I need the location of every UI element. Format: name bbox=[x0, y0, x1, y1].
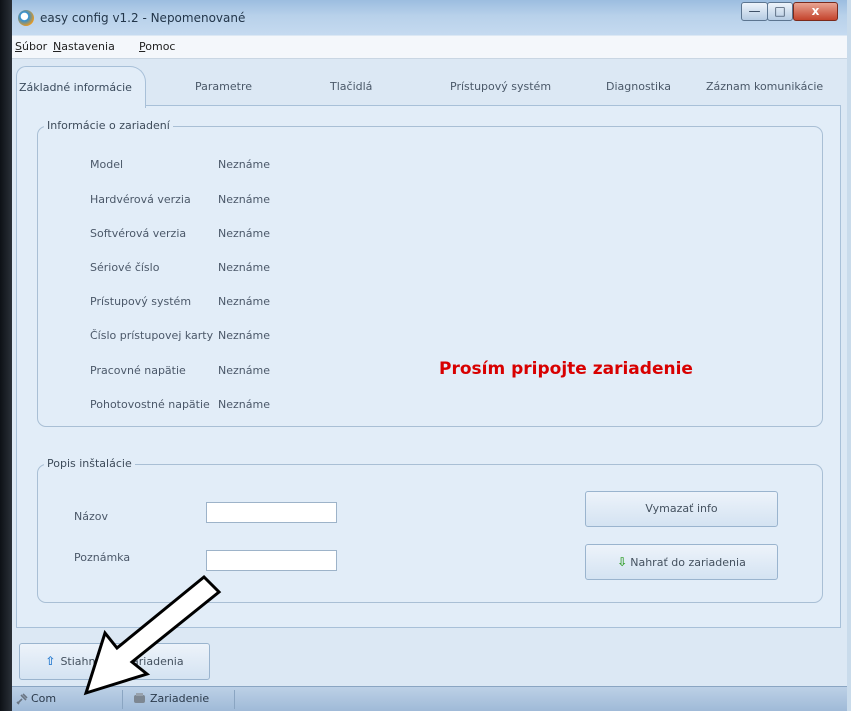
tab-zakladne-informacie[interactable]: Základné informácie bbox=[16, 66, 146, 108]
desktop-edge-left bbox=[0, 0, 12, 711]
name-input[interactable] bbox=[206, 502, 337, 523]
install-description-group: Popis inštalácie bbox=[37, 457, 823, 603]
menu-subor[interactable]: Súbor bbox=[15, 40, 47, 53]
app-logo-icon bbox=[18, 10, 34, 26]
device-info-label: Číslo prístupovej karty bbox=[90, 329, 214, 342]
download-from-device-label: Stiahnuť zo zariadenia bbox=[60, 655, 184, 668]
device-info-group: Informácie o zariadení bbox=[37, 119, 823, 427]
tab-label: Záznam komunikácie bbox=[706, 80, 824, 93]
device-info-label: Prístupový systém bbox=[90, 295, 192, 308]
note-label: Poznámka bbox=[74, 551, 131, 564]
device-info-value: Neznáme bbox=[218, 329, 270, 342]
name-label: Názov bbox=[74, 510, 108, 523]
window-title: easy config v1.2 - Nepomenované bbox=[40, 11, 246, 25]
minimize-button[interactable]: — bbox=[741, 2, 768, 21]
arrow-up-icon: ⇧ bbox=[45, 654, 56, 668]
device-info-label: Softvérová verzia bbox=[90, 227, 187, 240]
device-info-value: Neznáme bbox=[218, 295, 270, 308]
app-window: easy config v1.2 - Nepomenované — □ x Sú… bbox=[12, 0, 847, 711]
device-info-value: Neznáme bbox=[218, 193, 270, 206]
install-description-legend: Popis inštalácie bbox=[44, 457, 135, 470]
plug-icon bbox=[16, 693, 28, 705]
upload-to-device-button[interactable]: ⇩ Nahrať do zariadenia bbox=[585, 544, 778, 580]
device-info-legend: Informácie o zariadení bbox=[44, 119, 173, 132]
device-info-value: Neznáme bbox=[218, 364, 270, 377]
device-status-label: Zariadenie bbox=[150, 692, 210, 705]
device-info-label: Sériové číslo bbox=[90, 261, 160, 274]
clear-info-button[interactable]: Vymazať info bbox=[585, 491, 778, 527]
close-button[interactable]: x bbox=[793, 2, 838, 21]
device-info-value: Neznáme bbox=[218, 261, 270, 274]
desktop-edge-right bbox=[847, 0, 851, 711]
tab-content-panel: Informácie o zariadení Model Neznáme Hardv… bbox=[16, 105, 841, 628]
device-info-label: Pracovné napätie bbox=[90, 364, 186, 377]
clear-info-label: Vymazať info bbox=[645, 502, 718, 515]
tab-label: Základné informácie bbox=[19, 81, 132, 94]
maximize-button[interactable]: □ bbox=[767, 2, 793, 21]
status-separator bbox=[234, 690, 235, 709]
menu-nastavenia[interactable]: Nastavenia bbox=[53, 40, 115, 53]
device-info-label: Hardvérová verzia bbox=[90, 193, 191, 206]
status-bar: Com Zariadenie bbox=[12, 686, 847, 711]
tab-label: Prístupový systém bbox=[450, 80, 552, 93]
tab-label: Parametre bbox=[195, 80, 252, 93]
menu-pomoc[interactable]: Pomoc bbox=[139, 40, 175, 53]
device-info-label: Model bbox=[90, 158, 124, 171]
tab-strip: Základné informácie Parametre Tlačidlá P… bbox=[12, 60, 847, 108]
note-input[interactable] bbox=[206, 550, 337, 571]
menu-bar: Súbor Nastavenia Pomoc bbox=[12, 36, 847, 59]
com-status-label: Com bbox=[31, 692, 57, 705]
device-info-label: Pohotovostné napätie bbox=[90, 398, 210, 411]
connect-device-warning: Prosím pripojte zariadenie bbox=[439, 359, 693, 379]
tab-label: Tlačidlá bbox=[330, 80, 373, 93]
device-info-value: Neznáme bbox=[218, 158, 270, 171]
upload-to-device-label: Nahrať do zariadenia bbox=[630, 556, 746, 569]
device-info-value: Neznáme bbox=[218, 227, 270, 240]
device-icon bbox=[134, 693, 145, 703]
arrow-down-icon: ⇩ bbox=[617, 555, 628, 569]
title-bar[interactable]: easy config v1.2 - Nepomenované — □ x bbox=[12, 0, 847, 35]
download-from-device-button[interactable]: ⇧ Stiahnuť zo zariadenia bbox=[19, 643, 210, 680]
tab-label: Diagnostika bbox=[606, 80, 671, 93]
status-separator bbox=[122, 690, 123, 709]
device-info-value: Neznáme bbox=[218, 398, 270, 411]
